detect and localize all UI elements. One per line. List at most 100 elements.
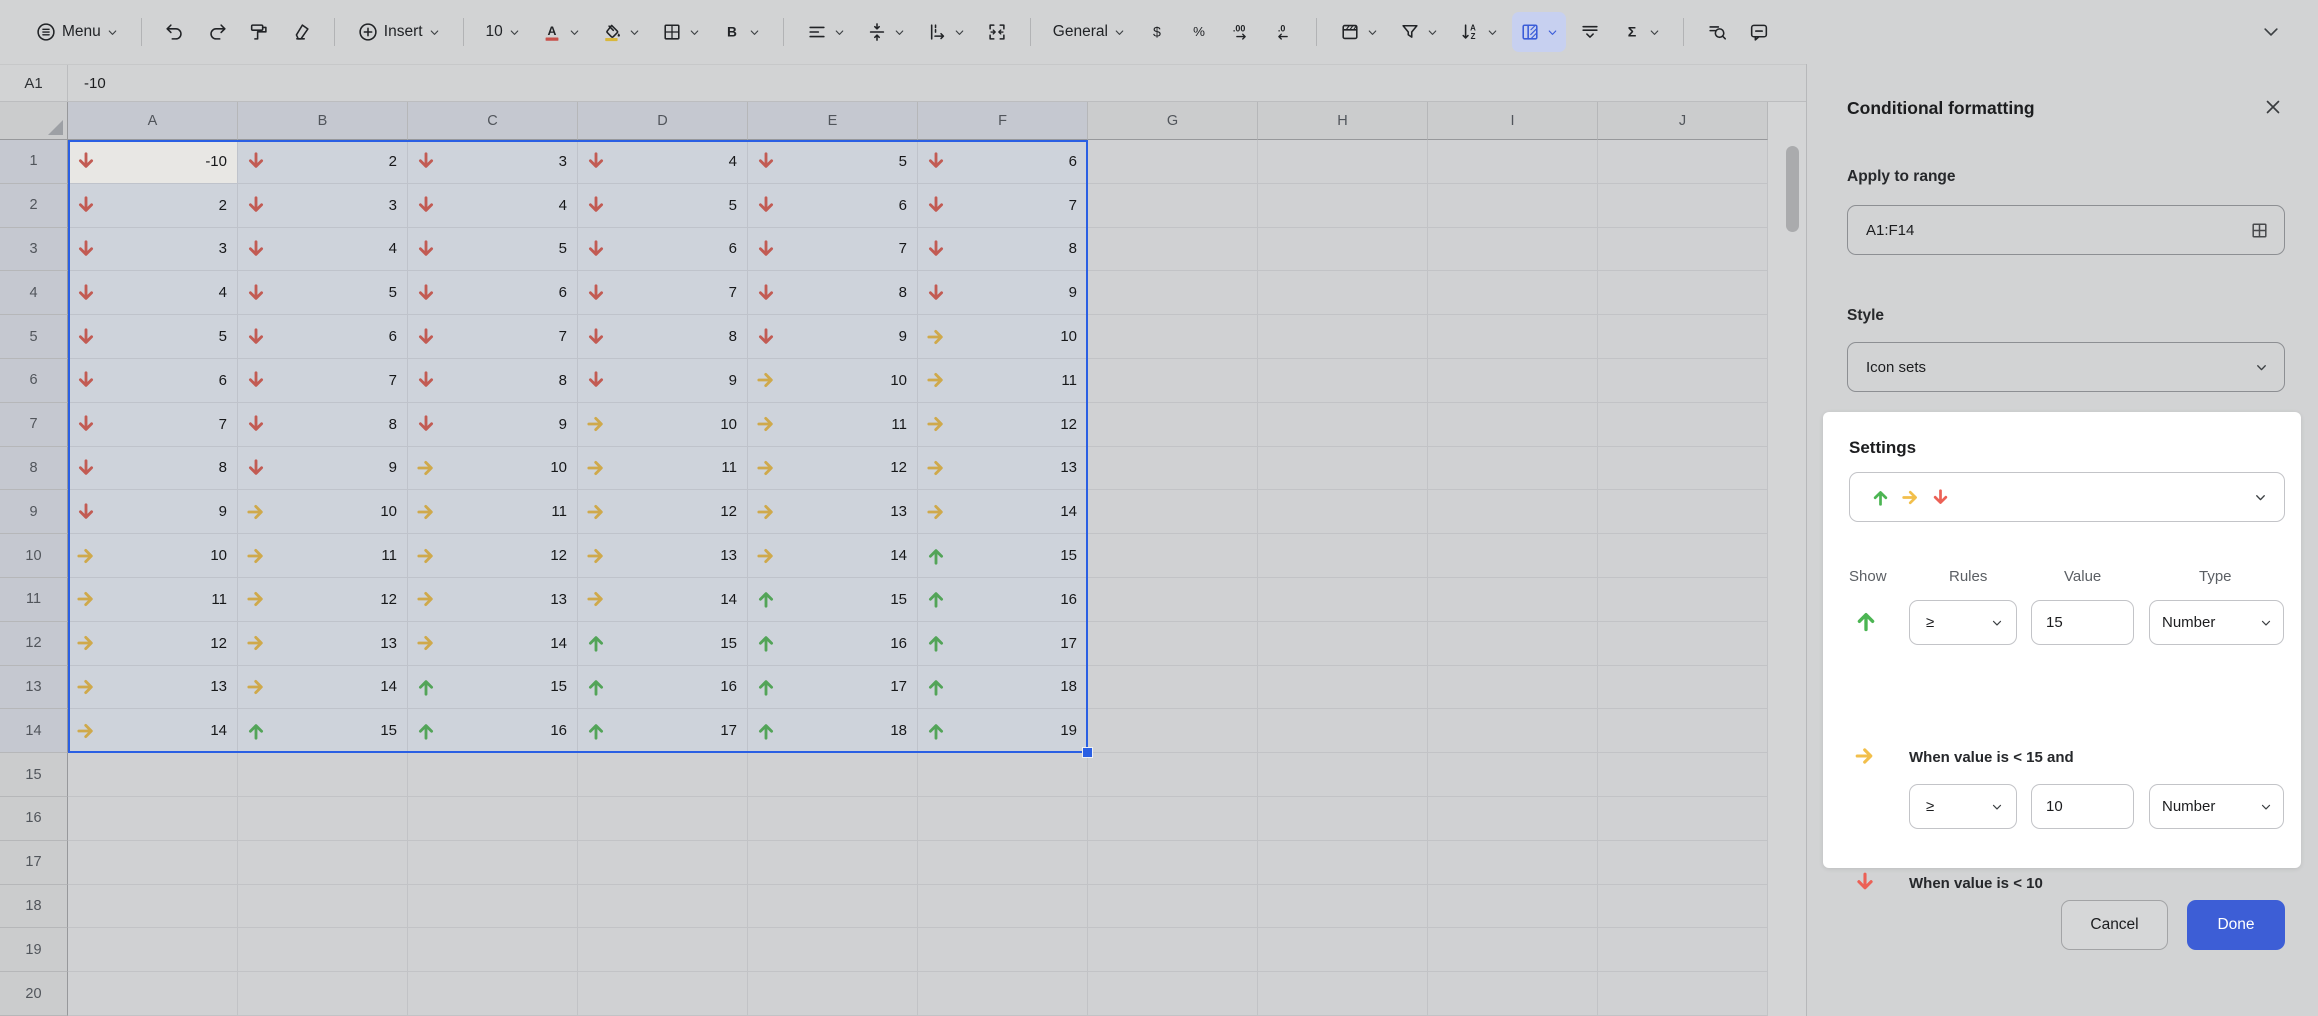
cell-A4[interactable]: 4 <box>68 271 238 315</box>
cell-H15[interactable] <box>1258 753 1428 797</box>
vertical-align-button[interactable] <box>859 12 913 52</box>
cell-B8[interactable]: 9 <box>238 447 408 491</box>
cell-J18[interactable] <box>1598 885 1768 929</box>
cell-A19[interactable] <box>68 928 238 972</box>
cell-E4[interactable]: 8 <box>748 271 918 315</box>
row-header-20[interactable]: 20 <box>0 972 68 1016</box>
comments-button[interactable] <box>1741 12 1777 52</box>
column-header-E[interactable]: E <box>748 102 918 140</box>
cell-C5[interactable]: 7 <box>408 315 578 359</box>
cell-A17[interactable] <box>68 841 238 885</box>
cell-H12[interactable] <box>1258 622 1428 666</box>
paint-format-button[interactable] <box>241 12 277 52</box>
column-header-H[interactable]: H <box>1258 102 1428 140</box>
cell-F18[interactable] <box>918 885 1088 929</box>
cell-A2[interactable]: 2 <box>68 184 238 228</box>
cell-C7[interactable]: 9 <box>408 403 578 447</box>
cell-F10[interactable]: 15 <box>918 534 1088 578</box>
column-header-C[interactable]: C <box>408 102 578 140</box>
cell-E12[interactable]: 16 <box>748 622 918 666</box>
cell-B1[interactable]: 2 <box>238 140 408 184</box>
find-in-data-button[interactable] <box>1699 12 1735 52</box>
cell-I7[interactable] <box>1428 403 1598 447</box>
cell-F13[interactable]: 18 <box>918 666 1088 710</box>
cell-H13[interactable] <box>1258 666 1428 710</box>
cell-A3[interactable]: 3 <box>68 228 238 272</box>
cell-H10[interactable] <box>1258 534 1428 578</box>
row-header-1[interactable]: 1 <box>0 140 68 184</box>
cell-I13[interactable] <box>1428 666 1598 710</box>
cell-C10[interactable]: 12 <box>408 534 578 578</box>
cell-A15[interactable] <box>68 753 238 797</box>
cell-G2[interactable] <box>1088 184 1258 228</box>
cell-E5[interactable]: 9 <box>748 315 918 359</box>
select-range-icon[interactable] <box>2249 220 2270 241</box>
cell-C18[interactable] <box>408 885 578 929</box>
cell-B5[interactable]: 6 <box>238 315 408 359</box>
row-header-4[interactable]: 4 <box>0 271 68 315</box>
range-input[interactable] <box>1848 222 2284 239</box>
cell-I12[interactable] <box>1428 622 1598 666</box>
cell-J14[interactable] <box>1598 709 1768 753</box>
cancel-button[interactable]: Cancel <box>2061 900 2168 950</box>
cell-I14[interactable] <box>1428 709 1598 753</box>
cell-G12[interactable] <box>1088 622 1258 666</box>
cell-H17[interactable] <box>1258 841 1428 885</box>
cell-D16[interactable] <box>578 797 748 841</box>
cell-E19[interactable] <box>748 928 918 972</box>
cell-I2[interactable] <box>1428 184 1598 228</box>
cell-J2[interactable] <box>1598 184 1768 228</box>
cell-J15[interactable] <box>1598 753 1768 797</box>
cell-G20[interactable] <box>1088 972 1258 1016</box>
cell-B12[interactable]: 13 <box>238 622 408 666</box>
cell-E11[interactable]: 15 <box>748 578 918 622</box>
cell-E17[interactable] <box>748 841 918 885</box>
horizontal-align-button[interactable] <box>799 12 853 52</box>
cell-F12[interactable]: 17 <box>918 622 1088 666</box>
cell-C11[interactable]: 13 <box>408 578 578 622</box>
bold-button[interactable]: B <box>714 12 768 52</box>
cell-F5[interactable]: 10 <box>918 315 1088 359</box>
cell-D15[interactable] <box>578 753 748 797</box>
cell-E10[interactable]: 14 <box>748 534 918 578</box>
cell-D13[interactable]: 16 <box>578 666 748 710</box>
column-header-F[interactable]: F <box>918 102 1088 140</box>
cell-B9[interactable]: 10 <box>238 490 408 534</box>
cell-C12[interactable]: 14 <box>408 622 578 666</box>
cell-D17[interactable] <box>578 841 748 885</box>
cell-F6[interactable]: 11 <box>918 359 1088 403</box>
row-header-7[interactable]: 7 <box>0 403 68 447</box>
rule1-value-box[interactable] <box>2031 600 2134 645</box>
rule2-value-box[interactable] <box>2031 784 2134 829</box>
cell-D1[interactable]: 4 <box>578 140 748 184</box>
cell-I5[interactable] <box>1428 315 1598 359</box>
cell-E3[interactable]: 7 <box>748 228 918 272</box>
cell-I3[interactable] <box>1428 228 1598 272</box>
cell-J20[interactable] <box>1598 972 1768 1016</box>
cell-I20[interactable] <box>1428 972 1598 1016</box>
cell-F17[interactable] <box>918 841 1088 885</box>
cell-F16[interactable] <box>918 797 1088 841</box>
menu-button[interactable]: Menu <box>28 12 126 52</box>
cell-A9[interactable]: 9 <box>68 490 238 534</box>
cell-J1[interactable] <box>1598 140 1768 184</box>
cell-B4[interactable]: 5 <box>238 271 408 315</box>
collapse-toolbar-button[interactable] <box>2254 12 2288 52</box>
cell-B18[interactable] <box>238 885 408 929</box>
cell-I8[interactable] <box>1428 447 1598 491</box>
rule2-operator-select[interactable]: ≥ <box>1909 784 2017 829</box>
cell-C1[interactable]: 3 <box>408 140 578 184</box>
cell-H2[interactable] <box>1258 184 1428 228</box>
cell-J13[interactable] <box>1598 666 1768 710</box>
cell-D20[interactable] <box>578 972 748 1016</box>
cell-D5[interactable]: 8 <box>578 315 748 359</box>
cell-C9[interactable]: 11 <box>408 490 578 534</box>
cell-E18[interactable] <box>748 885 918 929</box>
column-header-A[interactable]: A <box>68 102 238 140</box>
column-header-G[interactable]: G <box>1088 102 1258 140</box>
cell-E20[interactable] <box>748 972 918 1016</box>
cell-C6[interactable]: 8 <box>408 359 578 403</box>
cell-A20[interactable] <box>68 972 238 1016</box>
row-header-9[interactable]: 9 <box>0 490 68 534</box>
cell-F19[interactable] <box>918 928 1088 972</box>
